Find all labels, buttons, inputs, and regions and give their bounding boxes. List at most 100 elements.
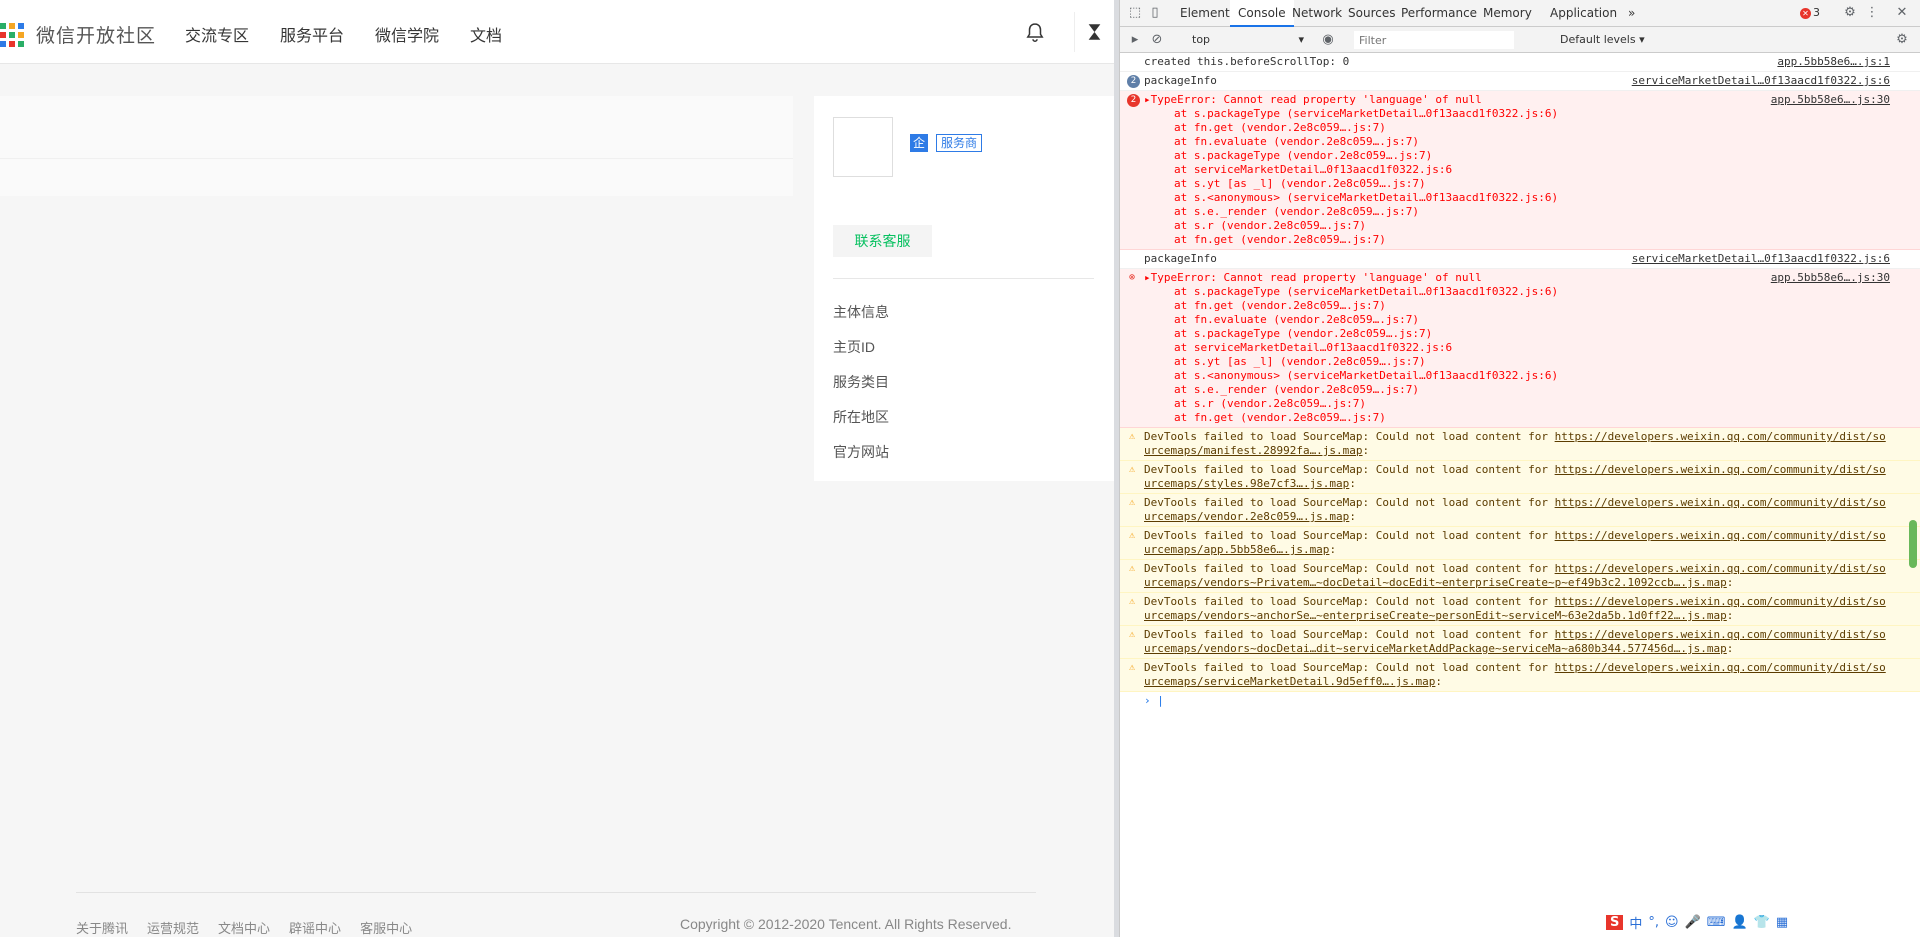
logo-icon (0, 22, 26, 47)
contact-support-button[interactable]: 联系客服 (833, 225, 932, 257)
ime-logo-icon[interactable]: S (1606, 914, 1624, 930)
console-message-log: 2 packageInfo serviceMarketDetail…0f13aacd… (1120, 72, 1920, 91)
emoji-icon[interactable]: ☺ (1665, 915, 1679, 930)
inspect-element-icon[interactable]: ⬚ (1127, 5, 1143, 21)
stack-frame[interactable]: at fn.evaluate (vendor.2e8c059….js:7) (1144, 135, 1890, 149)
source-link[interactable]: app.5bb58e6….js:1 (1777, 55, 1890, 69)
console-message-error[interactable]: 2 ▸TypeError: Cannot read property 'langu… (1120, 91, 1920, 250)
avatar (833, 117, 893, 177)
error-counter[interactable]: ✕ 3 (1800, 6, 1820, 19)
info-item-website: 官方网站 (833, 444, 889, 460)
stack-frame[interactable]: at s.packageType (vendor.2e8c059….js:7) (1144, 327, 1890, 341)
stack-frame[interactable]: at fn.get (vendor.2e8c059….js:7) (1144, 299, 1890, 313)
skin-icon[interactable]: 👕 (1754, 915, 1770, 930)
warning-icon: ⚠ (1128, 497, 1136, 508)
stack-frame[interactable]: at s.e._render (vendor.2e8c059….js:7) (1144, 205, 1890, 219)
message-text: packageInfo (1144, 74, 1217, 87)
stack-frame[interactable]: at serviceMarketDetail…0f13aacd1f0322.js… (1144, 341, 1890, 355)
console-settings-gear-icon[interactable]: ⚙ (1894, 32, 1910, 48)
footer-link-support[interactable]: 客服中心 (360, 918, 412, 937)
copyright: Copyright © 2012-2020 Tencent. All Right… (680, 916, 1012, 932)
log-levels-dropdown[interactable]: Default levels ▾ (1560, 31, 1645, 49)
console-toolbar: ▸ ⊘ top ▾ ◉ Default levels ▾ ⚙ (1120, 27, 1920, 53)
error-count: 3 (1813, 6, 1820, 19)
eye-icon[interactable]: ◉ (1320, 32, 1336, 48)
close-icon[interactable]: ✕ (1894, 5, 1910, 21)
stack-frame[interactable]: at s.r (vendor.2e8c059….js:7) (1144, 397, 1890, 411)
footer-link-rumors[interactable]: 辟谣中心 (289, 918, 341, 937)
stack-frame[interactable]: at s.yt [as _l] (vendor.2e8c059….js:7) (1144, 355, 1890, 369)
tab-application[interactable]: Application (1550, 0, 1617, 27)
context-selector[interactable]: top ▾ (1186, 31, 1310, 49)
logo[interactable]: 微信开放社区 (0, 21, 156, 48)
stack-frame[interactable]: at s.yt [as _l] (vendor.2e8c059….js:7) (1144, 177, 1890, 191)
nav-item-academy[interactable]: 微信学院 (375, 22, 439, 46)
footer-link-docs[interactable]: 文档中心 (218, 918, 270, 937)
console-message-warn: ⚠ DevTools failed to load SourceMap: Coul… (1120, 626, 1920, 659)
stack-frame[interactable]: at fn.get (vendor.2e8c059….js:7) (1144, 233, 1890, 247)
tab-sources[interactable]: Sources (1348, 0, 1395, 27)
more-options-icon[interactable]: ⋮ (1864, 5, 1880, 21)
nav-item-service-platform[interactable]: 服务平台 (280, 22, 344, 46)
tab-console[interactable]: Console (1230, 0, 1294, 27)
console-message-warn: ⚠ DevTools failed to load SourceMap: Coul… (1120, 461, 1920, 494)
message-text: DevTools failed to load SourceMap: Could… (1144, 562, 1555, 575)
tab-network[interactable]: Network (1292, 0, 1342, 27)
ime-language[interactable]: 中 (1629, 913, 1642, 932)
stack-frame[interactable]: at s.r (vendor.2e8c059….js:7) (1144, 219, 1890, 233)
stack-frame[interactable]: at s.e._render (vendor.2e8c059….js:7) (1144, 383, 1890, 397)
bell-icon[interactable] (1024, 21, 1046, 43)
nav-item-community[interactable]: 交流专区 (185, 22, 249, 46)
footer-link-about[interactable]: 关于腾讯 (76, 918, 128, 937)
message-text: ▸TypeError: Cannot read property 'langua… (1144, 93, 1482, 106)
grid-icon[interactable]: ▦ (1776, 915, 1788, 930)
stack-frame[interactable]: at fn.get (vendor.2e8c059….js:7) (1144, 411, 1890, 425)
stack-frame[interactable]: at s.packageType (serviceMarketDetail…0f… (1144, 285, 1890, 299)
stack-frame[interactable]: at fn.get (vendor.2e8c059….js:7) (1144, 121, 1890, 135)
nav-item-docs[interactable]: 文档 (470, 22, 502, 46)
stack-frame[interactable]: at serviceMarketDetail…0f13aacd1f0322.js… (1144, 163, 1890, 177)
source-link[interactable]: app.5bb58e6….js:30 (1771, 271, 1890, 285)
punctuation-icon[interactable]: °, (1648, 915, 1659, 930)
source-link[interactable]: app.5bb58e6….js:30 (1771, 93, 1890, 107)
clear-console-icon[interactable]: ⊘ (1149, 32, 1165, 48)
scrollbar-thumb[interactable] (1909, 520, 1917, 568)
warning-icon: ⚠ (1128, 563, 1136, 574)
hourglass-icon[interactable] (1074, 12, 1114, 52)
context-value: top (1192, 33, 1211, 46)
content-placeholder-top (0, 96, 793, 158)
log-levels-value: Default levels (1560, 33, 1636, 46)
more-tabs-button[interactable]: » (1628, 0, 1635, 27)
stack-frame[interactable]: at fn.evaluate (vendor.2e8c059….js:7) (1144, 313, 1890, 327)
console-message-error[interactable]: ⊗ ▸TypeError: Cannot read property 'langu… (1120, 269, 1920, 428)
message-text: created this.beforeScrollTop: 0 (1144, 55, 1350, 68)
tab-elements[interactable]: Elements (1180, 0, 1236, 27)
footer-links: 关于腾讯 运营规范 文档中心 辟谣中心 客服中心 (76, 918, 412, 937)
footer-link-rules[interactable]: 运营规范 (147, 918, 199, 937)
keyboard-icon[interactable]: ⌨ (1707, 915, 1726, 930)
ime-toolbar: S 中 °, ☺ 🎤 ⌨ 👤 👕 ▦ (1598, 907, 1920, 937)
message-text: ▸TypeError: Cannot read property 'langua… (1144, 271, 1482, 284)
stack-frame[interactable]: at s.<anonymous> (serviceMarketDetail…0f… (1144, 369, 1890, 383)
webpage: 微信开放社区 交流专区 服务平台 微信学院 文档 企 服务商 联系客服 主体信息… (0, 0, 1114, 937)
console-message-warn: ⚠ DevTools failed to load SourceMap: Coul… (1120, 659, 1920, 692)
sidebar-toggle-icon[interactable]: ▸ (1127, 32, 1143, 48)
console-message-warn: ⚠ DevTools failed to load SourceMap: Coul… (1120, 428, 1920, 461)
warning-icon: ⚠ (1128, 431, 1136, 442)
filter-input[interactable] (1354, 31, 1514, 49)
source-link[interactable]: serviceMarketDetail…0f13aacd1f0322.js:6 (1632, 74, 1890, 88)
message-text: DevTools failed to load SourceMap: Could… (1144, 661, 1555, 674)
tab-performance[interactable]: Performance (1401, 0, 1477, 27)
device-toolbar-icon[interactable]: ▯ (1147, 5, 1163, 21)
tab-memory[interactable]: Memory (1483, 0, 1532, 27)
stack-frame[interactable]: at s.packageType (vendor.2e8c059….js:7) (1144, 149, 1890, 163)
settings-gear-icon[interactable]: ⚙ (1842, 5, 1858, 21)
info-list: 主体信息 主页ID 服务类目 所在地区 官方网站 (833, 302, 889, 477)
stack-frame[interactable]: at s.packageType (serviceMarketDetail…0f… (1144, 107, 1890, 121)
stack-frame[interactable]: at s.<anonymous> (serviceMarketDetail…0f… (1144, 191, 1890, 205)
console-prompt[interactable]: › | (1120, 692, 1920, 710)
source-link[interactable]: serviceMarketDetail…0f13aacd1f0322.js:6 (1632, 252, 1890, 266)
user-icon[interactable]: 👤 (1732, 915, 1748, 930)
error-icon: ⊗ (1128, 272, 1136, 283)
microphone-icon[interactable]: 🎤 (1685, 915, 1701, 930)
